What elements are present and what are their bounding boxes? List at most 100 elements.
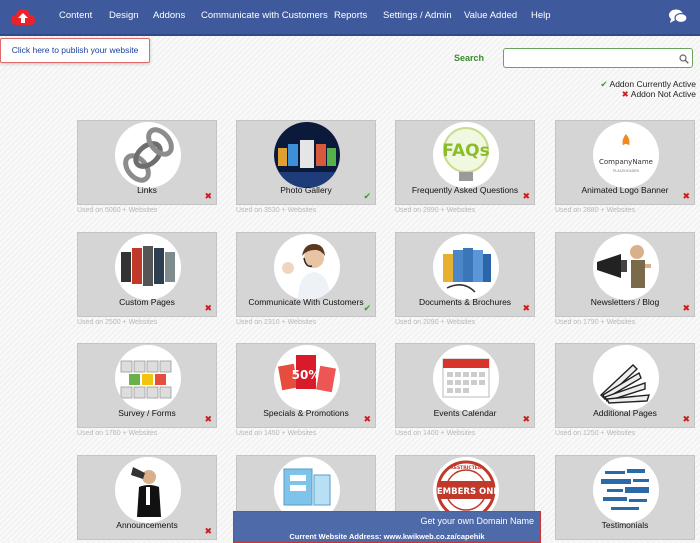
- headset-operator-icon: [282, 244, 330, 300]
- addon-image: [433, 234, 499, 300]
- usage-count: Used on 2990 + Websites: [395, 207, 476, 214]
- addon-image: 50%: [274, 345, 340, 411]
- word-cloud-icon: [601, 469, 649, 510]
- nav-help[interactable]: Help: [531, 0, 551, 34]
- smiley-keyboard-icon: [120, 360, 172, 399]
- addon-tile-animated-logo-banner[interactable]: CompanyName PLACEHOLDER Animated Logo Ba…: [555, 120, 695, 205]
- announcer-megaphone-icon: [131, 467, 161, 517]
- addon-tile-communicate-with-customers[interactable]: Communicate With Customers ✔: [236, 232, 376, 317]
- addon-image: [115, 345, 181, 411]
- usage-count: Used on 5060 + Websites: [77, 207, 158, 214]
- nav-reports[interactable]: Reports: [334, 0, 367, 34]
- addon-tile-photo-gallery[interactable]: Photo Gallery ✔: [236, 120, 376, 205]
- sale-tags-icon: 50%: [278, 355, 336, 393]
- fanned-pages-icon: [599, 364, 651, 404]
- addon-image: [593, 345, 659, 411]
- addon-label: Survey / Forms: [118, 408, 176, 418]
- faqs-bulb-icon: FAQs: [442, 127, 490, 181]
- usage-count: Used on 1400 + Websites: [395, 430, 476, 437]
- legend-inactive: ✖ Addon Not Active: [622, 89, 696, 100]
- addon-label: Testimonials: [601, 520, 649, 530]
- usage-count: Used on 2090 + Websites: [395, 319, 476, 326]
- domain-bar-title[interactable]: Get your own Domain Name: [420, 516, 534, 526]
- cloud-upload-logo-icon[interactable]: [10, 6, 36, 28]
- chat-bubbles-icon[interactable]: [668, 8, 688, 26]
- usage-count: Used on 2880 + Websites: [555, 207, 636, 214]
- company-logo-icon: CompanyName PLACEHOLDER: [599, 134, 653, 173]
- nav-value-added[interactable]: Value Added: [464, 0, 517, 34]
- addon-image: CompanyName PLACEHOLDER: [593, 122, 659, 188]
- search-label: Search: [454, 53, 485, 63]
- svg-text:MEMBERS ONLY: MEMBERS ONLY: [433, 487, 499, 497]
- addon-image: [274, 122, 340, 188]
- nav-settings-admin[interactable]: Settings / Admin: [383, 0, 452, 34]
- nav-communicate-with-customers[interactable]: Communicate with Customers: [201, 0, 328, 34]
- addon-image: [115, 234, 181, 300]
- publish-website-button[interactable]: Click here to publish your website: [0, 38, 150, 63]
- usage-count: Used on 2310 + Websites: [236, 319, 317, 326]
- addon-tile-newsletters-blog[interactable]: Newsletters / Blog ✖: [555, 232, 695, 317]
- nav-content[interactable]: Content: [59, 0, 92, 34]
- svg-text:CompanyName: CompanyName: [599, 158, 653, 166]
- folders-icon: [443, 248, 491, 293]
- inactive-cross-icon: ✖: [204, 414, 212, 424]
- checkmark-icon: ✔: [600, 79, 608, 89]
- inactive-cross-icon: ✖: [204, 303, 212, 313]
- addon-image: [274, 234, 340, 300]
- addon-label: Specials & Promotions: [263, 408, 349, 418]
- search-input[interactable]: [503, 48, 693, 68]
- inactive-cross-icon: ✖: [682, 303, 690, 313]
- addon-tile-announcements[interactable]: Announcements ✖: [77, 455, 217, 540]
- addon-tile-documents-brochures[interactable]: Documents & Brochures ✖: [395, 232, 535, 317]
- addon-label: Additional Pages: [593, 408, 657, 418]
- usage-count: Used on 1790 + Websites: [555, 319, 636, 326]
- addon-label: Links: [137, 185, 157, 195]
- pages-icon: [121, 246, 175, 286]
- inactive-cross-icon: ✖: [682, 191, 690, 201]
- addon-tile-additional-pages[interactable]: Additional Pages ✖: [555, 343, 695, 428]
- usage-count: Used on 3530 + Websites: [236, 207, 317, 214]
- inactive-cross-icon: ✖: [204, 191, 212, 201]
- active-checkmark-icon: ✔: [363, 191, 371, 201]
- usage-count: Used on 1250 + Websites: [555, 430, 636, 437]
- addon-image: [115, 457, 181, 523]
- top-navbar: Content Design Addons Communicate with C…: [0, 0, 700, 36]
- domain-name-bar[interactable]: Get your own Domain Name Current Website…: [233, 511, 541, 543]
- addon-label: Events Calendar: [433, 408, 497, 418]
- addon-label: Animated Logo Banner: [581, 185, 669, 195]
- nav-addons[interactable]: Addons: [153, 0, 185, 34]
- addon-label: Photo Gallery: [280, 185, 332, 195]
- addon-tile-events-calendar[interactable]: Events Calendar ✖: [395, 343, 535, 428]
- addon-label: Documents & Brochures: [418, 297, 512, 307]
- active-checkmark-icon: ✔: [363, 303, 371, 313]
- inactive-cross-icon: ✖: [522, 414, 530, 424]
- svg-text:FAQs: FAQs: [442, 141, 489, 161]
- current-website-address: Current Website Address: www.kwikweb.co.…: [289, 532, 485, 541]
- addon-image: FAQs: [433, 122, 499, 188]
- usage-count: Used on 1760 + Websites: [77, 430, 158, 437]
- megaphone-man-icon: [597, 245, 651, 288]
- nav-design[interactable]: Design: [109, 0, 139, 34]
- addon-tile-custom-pages[interactable]: Custom Pages ✖: [77, 232, 217, 317]
- addon-label: Communicate With Customers: [248, 297, 364, 307]
- inactive-cross-icon: ✖: [682, 414, 690, 424]
- addon-tile-survey-forms[interactable]: Survey / Forms ✖: [77, 343, 217, 428]
- addon-image: [115, 122, 181, 188]
- legend-inactive-text: Addon Not Active: [630, 89, 696, 99]
- addon-label: Announcements: [116, 520, 178, 530]
- svg-text:RESTRICTED: RESTRICTED: [450, 465, 481, 471]
- addon-tile-links[interactable]: Links ✖: [77, 120, 217, 205]
- addon-tile-testimonials[interactable]: Testimonials: [555, 455, 695, 540]
- addon-image: [593, 234, 659, 300]
- svg-text:50%: 50%: [292, 368, 321, 382]
- calendar-icon: [442, 358, 490, 398]
- addon-label: Newsletters / Blog: [590, 297, 660, 307]
- addon-tile-faq[interactable]: FAQs Frequently Asked Questions ✖: [395, 120, 535, 205]
- chain-links-icon: [123, 127, 174, 183]
- legend-active-text: Addon Currently Active: [609, 79, 696, 89]
- search-icon[interactable]: [679, 54, 689, 64]
- inactive-cross-icon: ✖: [204, 526, 212, 536]
- addon-image: [593, 457, 659, 523]
- inactive-cross-icon: ✖: [522, 191, 530, 201]
- addon-tile-specials-promotions[interactable]: 50% Specials & Promotions ✖: [236, 343, 376, 428]
